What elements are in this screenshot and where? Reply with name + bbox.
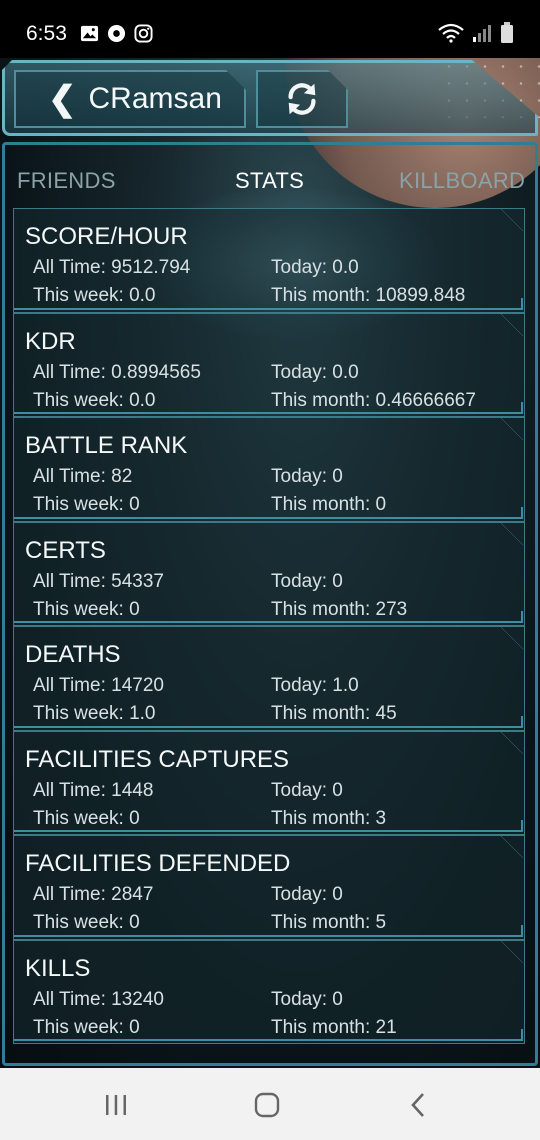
stat-title: KILLS bbox=[25, 954, 91, 982]
stat-all-time: All Time: 82 bbox=[33, 466, 133, 487]
tab-stats[interactable]: STATS bbox=[235, 168, 304, 194]
stat-title: SCORE/HOUR bbox=[25, 223, 188, 250]
stat-today: Today: 0 bbox=[271, 779, 343, 801]
stat-all-time: All Time: 13240 bbox=[33, 988, 164, 1010]
stat-this-week: This week: 0 bbox=[33, 598, 140, 620]
status-bar: 6:53 bbox=[0, 0, 540, 64]
stat-today: Today: 0 bbox=[271, 988, 343, 1010]
refresh-icon bbox=[288, 83, 316, 115]
stat-card-certs: CERTS All Time: 54337 Today: 0 This week… bbox=[13, 521, 525, 626]
stat-all-time: All Time: 2847 bbox=[33, 884, 154, 905]
wifi-icon bbox=[438, 23, 464, 43]
refresh-button[interactable] bbox=[256, 70, 348, 128]
gallery-icon bbox=[80, 25, 99, 42]
stat-today: Today: 1.0 bbox=[271, 675, 359, 696]
media-icon bbox=[107, 24, 126, 43]
stat-this-week: This week: 0 bbox=[33, 912, 140, 933]
tab-killboard[interactable]: KILLBOARD bbox=[399, 168, 525, 194]
stat-today: Today: 0.0 bbox=[271, 257, 359, 278]
back-chevron-icon: ❮ bbox=[48, 80, 77, 118]
back-icon bbox=[411, 1093, 424, 1117]
stat-this-month: This month: 21 bbox=[271, 1016, 397, 1038]
stat-all-time: All Time: 0.8994565 bbox=[33, 361, 201, 383]
stat-all-time: All Time: 14720 bbox=[33, 675, 164, 696]
app-screen: ❮ CRamsan FRIENDS STATS KILLBOARD SCORE/… bbox=[0, 58, 540, 1068]
back-button[interactable]: ❮ CRamsan bbox=[14, 70, 246, 128]
stat-card-score-hour: SCORE/HOUR All Time: 9512.794 Today: 0.0… bbox=[13, 208, 525, 313]
stat-today: Today: 0.0 bbox=[271, 361, 359, 383]
stat-this-week: This week: 0.0 bbox=[33, 285, 156, 306]
battery-icon bbox=[501, 22, 513, 43]
recents-button[interactable] bbox=[96, 1090, 136, 1120]
stat-this-month: This month: 45 bbox=[271, 703, 397, 724]
stat-this-month: This month: 0.46666667 bbox=[271, 389, 476, 411]
stat-this-week: This week: 0 bbox=[33, 807, 140, 829]
home-icon bbox=[254, 1092, 280, 1118]
stat-today: Today: 0 bbox=[271, 570, 343, 592]
stat-today: Today: 0 bbox=[271, 466, 343, 487]
stat-title: CERTS bbox=[25, 536, 106, 564]
stat-title: FACILITIES CAPTURES bbox=[25, 745, 290, 773]
home-button[interactable] bbox=[247, 1090, 287, 1120]
tab-friends[interactable]: FRIENDS bbox=[17, 168, 116, 194]
stat-card-facilities-captures: FACILITIES CAPTURES All Time: 1448 Today… bbox=[13, 730, 525, 835]
stat-title: BATTLE RANK bbox=[25, 432, 188, 459]
profile-name: CRamsan bbox=[88, 82, 222, 115]
stat-this-month: This month: 0 bbox=[271, 494, 387, 515]
stat-this-month: This month: 3 bbox=[271, 807, 387, 829]
status-left-icons bbox=[80, 24, 153, 43]
signal-icon bbox=[473, 25, 491, 42]
stat-this-week: This week: 0 bbox=[33, 494, 140, 515]
stat-title: DEATHS bbox=[25, 641, 121, 668]
stat-card-battle-rank: BATTLE RANK All Time: 82 Today: 0 This w… bbox=[13, 417, 525, 522]
stats-list[interactable]: SCORE/HOUR All Time: 9512.794 Today: 0.0… bbox=[13, 208, 525, 1044]
stat-this-month: This month: 5 bbox=[271, 912, 387, 933]
stat-card-kills: KILLS All Time: 13240 Today: 0 This week… bbox=[13, 939, 525, 1044]
stat-this-week: This week: 0.0 bbox=[33, 389, 156, 411]
stat-card-facilities-defended: FACILITIES DEFENDED All Time: 2847 Today… bbox=[13, 835, 525, 940]
status-time: 6:53 bbox=[26, 22, 67, 45]
stat-card-deaths: DEATHS All Time: 14720 Today: 1.0 This w… bbox=[13, 626, 525, 731]
recents-icon bbox=[106, 1095, 126, 1115]
system-nav-bar bbox=[0, 1068, 540, 1140]
stat-all-time: All Time: 1448 bbox=[33, 779, 154, 801]
stat-today: Today: 0 bbox=[271, 884, 343, 905]
nav-back-button[interactable] bbox=[398, 1090, 438, 1120]
stat-this-month: This month: 273 bbox=[271, 598, 408, 620]
stat-card-kdr: KDR All Time: 0.8994565 Today: 0.0 This … bbox=[13, 312, 525, 417]
stat-this-week: This week: 1.0 bbox=[33, 703, 156, 724]
instagram-icon bbox=[134, 24, 153, 43]
status-right-icons bbox=[438, 22, 514, 44]
stat-all-time: All Time: 54337 bbox=[33, 570, 164, 592]
stat-this-month: This month: 10899.848 bbox=[271, 285, 466, 306]
stat-all-time: All Time: 9512.794 bbox=[33, 257, 191, 278]
stat-this-week: This week: 0 bbox=[33, 1016, 140, 1038]
stat-title: KDR bbox=[25, 327, 76, 355]
stat-title: FACILITIES DEFENDED bbox=[25, 850, 291, 877]
